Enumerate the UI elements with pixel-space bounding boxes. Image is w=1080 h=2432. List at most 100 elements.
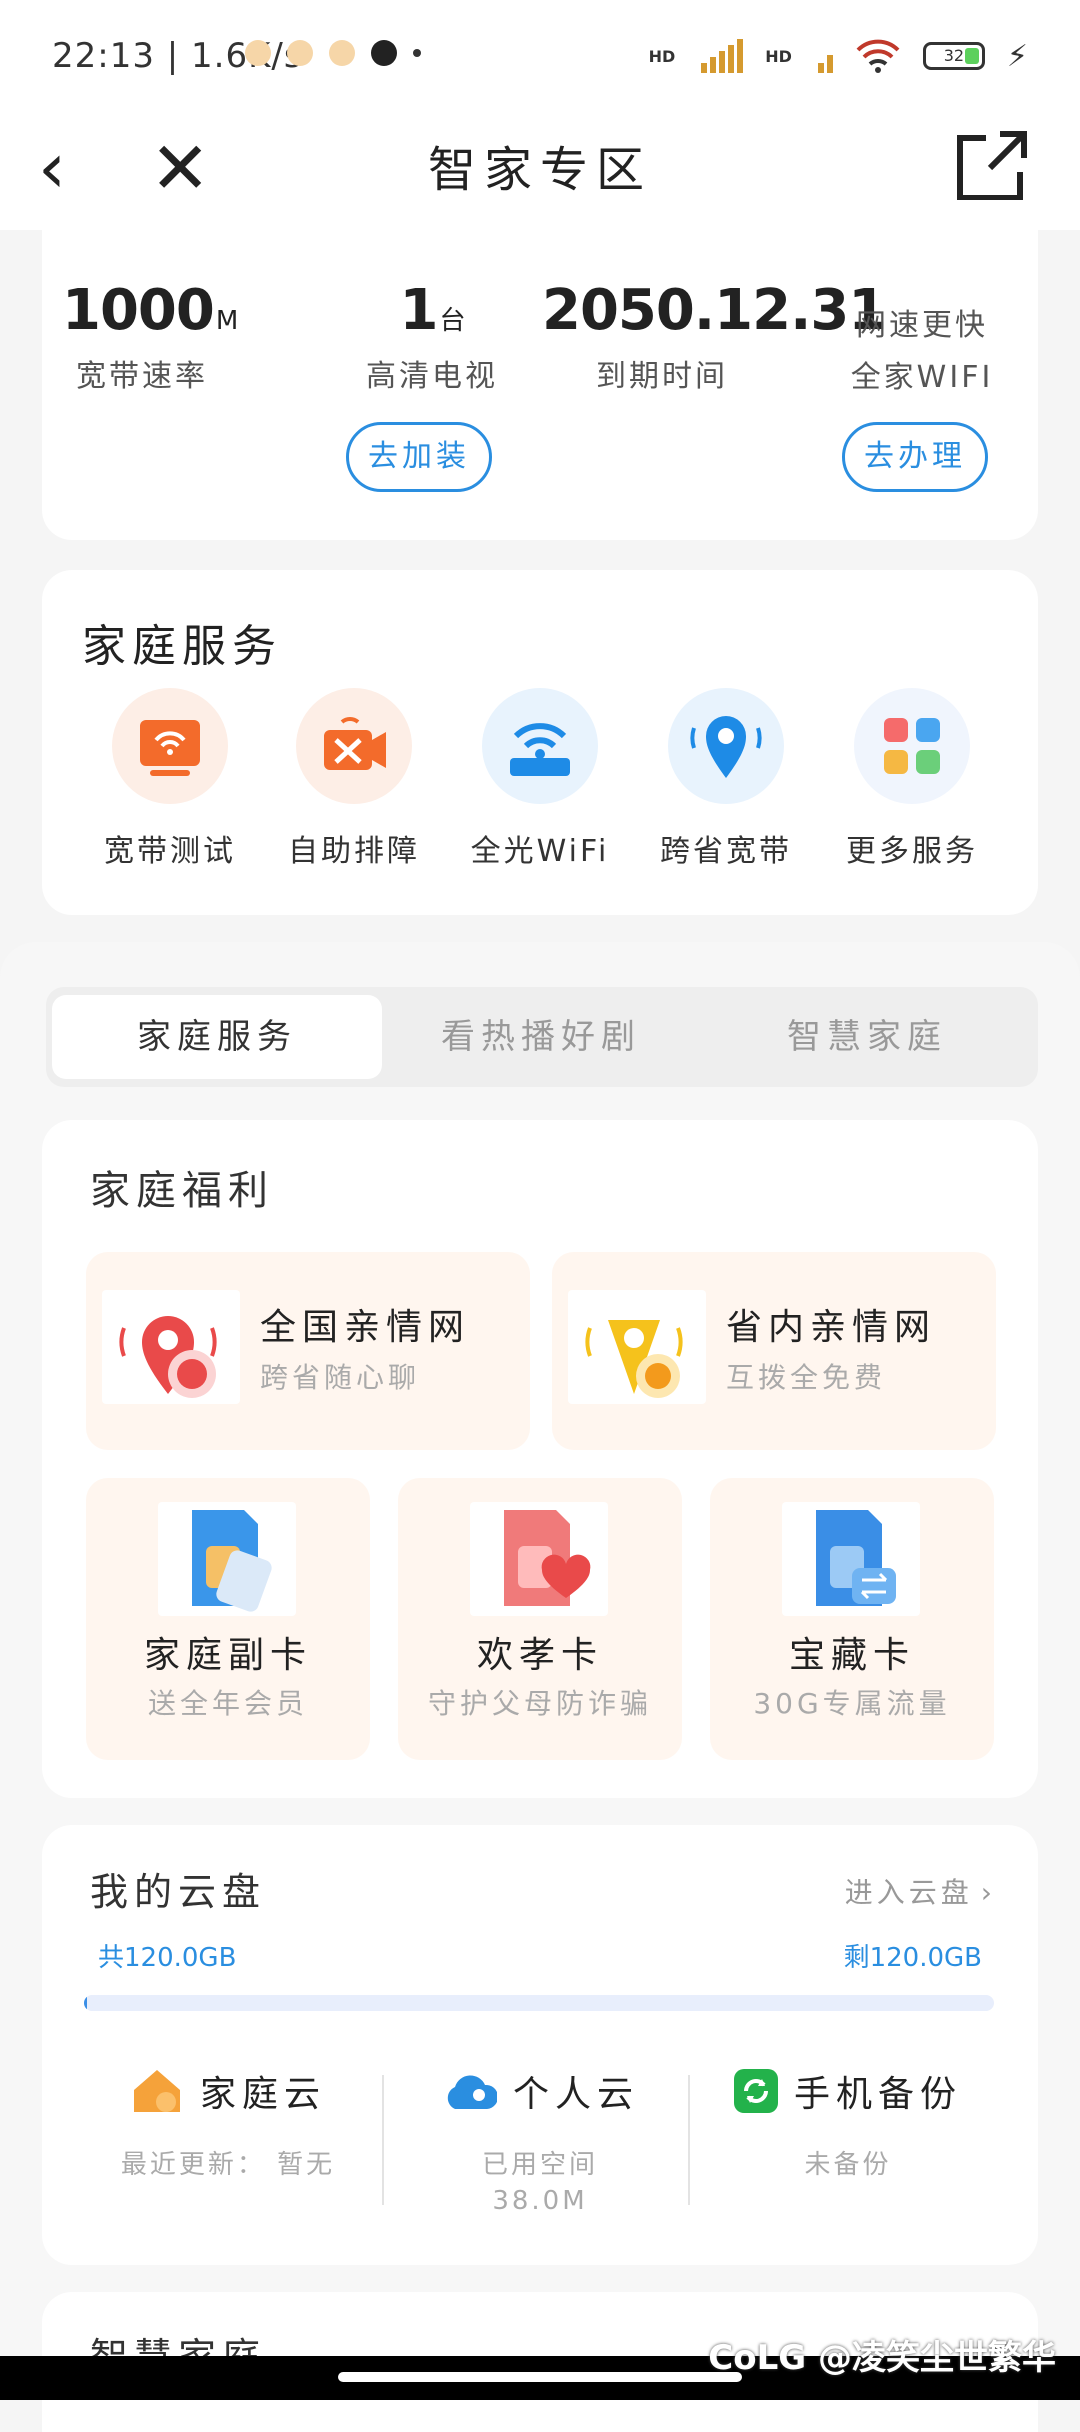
welfare-subtitle: 送全年会员: [147, 1687, 308, 1720]
wifi-promo: 网速更快 全家WIFI: [822, 300, 1022, 396]
service-fiber-wifi[interactable]: 全光WiFi: [460, 688, 620, 870]
home-welfare-card: 家庭福利 全国亲情网 跨省随心聊 省内亲情网 互拨全免费 家庭副卡 送全年会员 …: [42, 1120, 1038, 1798]
welfare-filial-card[interactable]: 欢孝卡 守护父母防诈骗: [398, 1478, 682, 1760]
expire-stat: 2050.12.31 到期时间: [542, 278, 887, 395]
welfare-subtitle: 跨省随心聊: [260, 1361, 421, 1394]
service-label: 更多服务: [846, 834, 978, 869]
used-space-value: 38.0M: [492, 2186, 588, 2216]
welfare-national-family-net[interactable]: 全国亲情网 跨省随心聊: [86, 1252, 530, 1450]
cloud-drive-card: 我的云盘 进入云盘 › 共120.0GB 剩120.0GB 家庭云 最近更新： 暂…: [42, 1825, 1038, 2265]
hd-label: HD: [648, 46, 676, 66]
chevron-right-icon: ›: [980, 1876, 996, 1909]
battery-icon: 32: [922, 42, 985, 70]
broadband-test-icon: [112, 688, 228, 804]
cloud-col-name: 手机备份: [793, 2074, 962, 2115]
enter-cloud-link[interactable]: 进入云盘 ›: [845, 1871, 996, 1911]
more-dot-icon: [413, 49, 421, 57]
section-title: 家庭服务: [82, 621, 282, 672]
cloud-col-sub: 未备份: [804, 2150, 892, 2180]
welfare-subtitle: 守护父母防诈骗: [427, 1687, 652, 1720]
cloud-col-sub: 已用空间 38.0M: [390, 2147, 690, 2219]
broadband-info-card: 1000M 宽带速率 1台 高清电视 2050.12.31 到期时间 网速更快 …: [42, 200, 1038, 540]
speed-unit: M: [215, 306, 238, 336]
expire-label: 到期时间: [596, 359, 728, 394]
welfare-family-sub-card[interactable]: 家庭副卡 送全年会员: [86, 1478, 370, 1760]
welfare-title: 欢孝卡: [476, 1635, 603, 1676]
section-title: 家庭福利: [90, 1168, 274, 1214]
cloud-col-name: 家庭云: [199, 2074, 326, 2115]
status-bar: 22:13 | 1.6K/s HD HD 32 ⚡: [0, 0, 1080, 110]
location-pin-icon: [102, 1290, 240, 1404]
welfare-subtitle: 互拨全免费: [726, 1361, 887, 1394]
speed-value: 1000: [62, 278, 215, 343]
notification-icon: [245, 40, 271, 66]
location-pin-icon: [568, 1290, 706, 1404]
service-more[interactable]: 更多服务: [832, 688, 992, 870]
notification-icon: [329, 40, 355, 66]
page-title: 智家专区: [427, 142, 652, 198]
apply-wifi-button[interactable]: 去办理: [842, 422, 988, 492]
promo-line-2: 全家WIFI: [850, 360, 994, 395]
sim-transfer-icon: [782, 1502, 920, 1616]
cloud-total: 共120.0GB: [98, 1943, 237, 1973]
cloud-usage-bar: [84, 1995, 994, 2011]
home-indicator[interactable]: [338, 2372, 742, 2382]
welfare-title: 宝藏卡: [788, 1635, 915, 1676]
home-services-card: 家庭服务 宽带测试 自助排障 全光WiFi 跨省宽带 更多服务: [42, 570, 1038, 915]
share-icon[interactable]: [952, 126, 1032, 206]
tab-bar: 家庭服务 看热播好剧 智慧家庭: [46, 987, 1038, 1087]
cloud-usage-fill: [84, 1995, 87, 2011]
welfare-title: 家庭副卡: [143, 1635, 312, 1676]
cloud-col-name: 个人云: [512, 2074, 639, 2115]
signal-icon: [817, 39, 833, 73]
family-cloud[interactable]: 家庭云 最近更新： 暂无: [78, 2065, 378, 2183]
troubleshoot-icon: [296, 688, 412, 804]
backup-sync-icon: [733, 2069, 778, 2113]
service-cross-province[interactable]: 跨省宽带: [646, 688, 806, 870]
sim-heart-icon: [470, 1502, 608, 1616]
status-indicators: HD HD 32 ⚡: [649, 38, 1028, 74]
welfare-title: 全国亲情网: [260, 1307, 471, 1348]
welfare-title: 省内亲情网: [726, 1307, 937, 1348]
service-broadband-test[interactable]: 宽带测试: [90, 688, 250, 870]
service-self-troubleshoot[interactable]: 自助排障: [274, 688, 434, 870]
tab-home-services[interactable]: 家庭服务: [52, 995, 382, 1079]
service-label: 自助排障: [288, 834, 420, 869]
enter-cloud-label: 进入云盘: [844, 1876, 973, 1909]
phone-backup[interactable]: 手机备份 未备份: [698, 2065, 998, 2183]
speed-label: 宽带速率: [76, 359, 208, 394]
personal-cloud-icon: [447, 2075, 497, 2109]
fiber-wifi-icon: [482, 688, 598, 804]
notification-icons: [245, 40, 421, 66]
divider: [688, 2075, 690, 2205]
tv-stat: 1台 高清电视: [352, 278, 512, 395]
divider: [382, 2075, 384, 2205]
more-services-icon: [854, 688, 970, 804]
hd-label: HD: [765, 46, 792, 66]
expire-value: 2050.12.31: [542, 278, 887, 343]
welfare-provincial-family-net[interactable]: 省内亲情网 互拨全免费: [552, 1252, 996, 1450]
welfare-subtitle: 30G专属流量: [753, 1687, 951, 1720]
personal-cloud[interactable]: 个人云 已用空间 38.0M: [390, 2065, 690, 2219]
cloud-col-sub: 最近更新： 暂无: [120, 2150, 336, 2180]
service-label: 跨省宽带: [660, 834, 792, 869]
location-broadband-icon: [668, 688, 784, 804]
speed-stat: 1000M 宽带速率: [62, 278, 238, 395]
promo-line-1: 网速更快: [856, 308, 988, 343]
add-tv-button[interactable]: 去加装: [346, 422, 492, 492]
watermark: CoLG @凌笑尘世繁华: [708, 2338, 1056, 2378]
tab-smart-home[interactable]: 智慧家庭: [702, 995, 1032, 1079]
notification-icon: [287, 40, 313, 66]
cloud-remaining: 剩120.0GB: [843, 1943, 982, 1973]
sim-card-icon: [158, 1502, 296, 1616]
service-label: 宽带测试: [104, 834, 236, 869]
tiktok-icon: [371, 40, 397, 66]
section-title: 我的云盘: [90, 1870, 267, 1914]
welfare-treasure-card[interactable]: 宝藏卡 30G专属流量: [710, 1478, 994, 1760]
charging-icon: ⚡: [1006, 38, 1028, 74]
tab-hot-dramas[interactable]: 看热播好剧: [376, 995, 706, 1079]
wifi-icon: [856, 39, 900, 73]
tv-value: 1: [399, 278, 439, 343]
used-space-label: 已用空间: [481, 2150, 598, 2180]
family-cloud-icon: [133, 2070, 180, 2112]
